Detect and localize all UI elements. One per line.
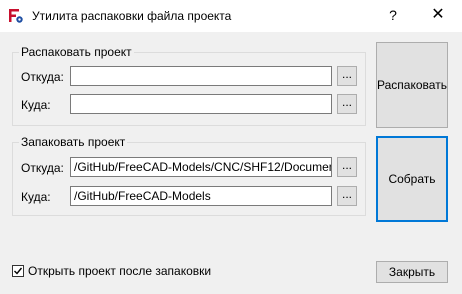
checkmark-icon [14,267,23,275]
open-after-pack-option[interactable]: Открыть проект после запаковки [12,263,211,279]
title-bar: Утилита распаковки файла проекта ? ✕ [0,0,462,32]
window-title: Утилита распаковки файла проекта [32,9,232,23]
pack-to-browse-button[interactable]: ... [337,186,357,206]
pack-from-label: Откуда: [21,161,64,175]
unpack-from-input[interactable] [70,66,332,86]
pack-from-input[interactable]: /GitHub/FreeCAD-Models/CNC/SHF12/Documen… [70,157,332,177]
unpack-from-browse-button[interactable]: ... [337,66,357,86]
freecad-gear-icon [8,8,24,24]
unpack-to-label: Куда: [21,98,51,112]
unpack-from-label: Откуда: [21,70,64,84]
pack-button-label: Собрать [388,172,436,186]
pack-to-label: Куда: [21,190,51,204]
unpack-button[interactable]: Распаковать [376,42,448,128]
open-after-pack-checkbox[interactable] [12,264,24,277]
close-button[interactable]: Закрыть [376,261,448,283]
dialog-body: Распаковать проект Откуда: ... Куда: ...… [0,32,462,294]
pack-button[interactable]: Собрать [376,136,448,222]
open-after-pack-label: Открыть проект после запаковки [28,263,212,278]
unpack-button-label: Распаковать [377,78,447,92]
pack-from-browse-button[interactable]: ... [337,157,357,177]
pack-group-title: Запаковать проект [19,135,128,149]
unpack-to-input[interactable] [70,94,332,114]
close-window-button[interactable]: ✕ [424,2,452,28]
help-button[interactable]: ? [380,2,406,28]
unpack-to-browse-button[interactable]: ... [337,94,357,114]
unpack-group: Распаковать проект [12,45,366,126]
pack-to-input[interactable]: /GitHub/FreeCAD-Models [70,186,332,206]
unpack-group-title: Распаковать проект [19,45,134,59]
